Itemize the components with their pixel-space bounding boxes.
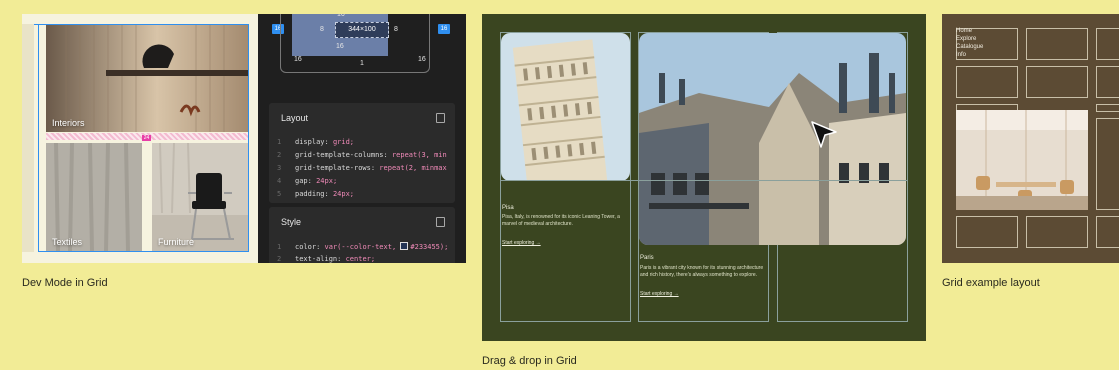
pisa-explore-link[interactable]: Start exploring → [502,240,541,246]
copy-icon[interactable] [436,113,445,123]
outer-right-badge: 16 [438,24,450,34]
furniture-label: Furniture [158,237,195,247]
pisa-image [501,33,630,181]
selection-border-bottom [38,251,249,252]
grid-cell [1026,66,1088,98]
content-size: 344×100 [335,22,389,38]
paris-explore-link[interactable]: Start exploring → [640,291,679,297]
padding-left: 8 [320,26,324,33]
code-line: 1 display: grid; [277,138,355,146]
outer-margin [22,24,34,252]
menu-item-home[interactable]: Home [956,28,972,34]
code-line: 1 color: var(--color-text, #233455); [277,242,449,251]
margin-bottom: 1 [360,60,364,67]
grid-cell [1096,66,1119,98]
paris-photo[interactable] [639,33,906,245]
code-line: 4 gap: 24px; [277,177,338,185]
margin-corner-right: 16 [418,56,426,63]
menu-item-explore[interactable]: Explore [956,36,976,42]
textiles-image [46,143,142,251]
code-line: 2 grid-template-columns: repeat(3, min [277,151,447,159]
pisa-title: Pisa [502,205,514,211]
grid-example-card[interactable]: Home Explore Catalogue Info [942,14,1119,263]
paris-title: Paris [640,255,654,261]
style-panel-title: Style [281,217,302,227]
paris-image [639,33,906,245]
style-panel[interactable]: Style 1 color: var(--color-text, #233455)… [269,207,455,263]
layout-panel[interactable]: Layout 1 display: grid; 2 grid-template-co… [269,103,455,203]
furniture-image [152,143,248,251]
code-line: 3 grid-template-rows: repeat(2, minmax [277,164,447,172]
grid-example-caption: Grid example layout [942,277,1040,289]
pisa-description: Pisa, Italy, is renowned for its iconic … [502,214,620,227]
interiors-photo: Interiors [46,24,248,132]
grid-cell [1026,28,1088,60]
grid-cell [1026,216,1088,248]
box-model-inspector[interactable]: 16 16 16 8 344×100 8 16 16 1 16 [258,14,466,98]
margin-corner-left: 16 [294,56,302,63]
menu-item-catalogue[interactable]: Catalogue [956,44,983,50]
grid-cell [956,66,1018,98]
color-swatch [400,242,409,250]
padding-box: 16 8 344×100 8 16 [292,14,398,56]
textiles-photo: Textiles [46,143,142,251]
dev-mode-card[interactable]: Interiors 24 Textiles Furniture 16 16 16… [22,14,466,263]
layout-panel-title: Layout [281,113,309,123]
grid-cell [1096,216,1119,248]
grid-cell [1096,104,1119,112]
cursor-icon [811,121,837,148]
padding-right: 8 [394,26,398,33]
copy-icon[interactable] [436,217,445,227]
interiors-label: Interiors [52,118,85,128]
grid-preview: Interiors 24 Textiles Furniture [22,14,258,263]
menu-item-info[interactable]: Info [956,52,966,58]
grid-cell [1096,118,1119,210]
drop-guide-line [500,180,908,181]
furniture-photo: Furniture [152,143,248,251]
grid-cell [956,216,1018,248]
paris-description: Paris is a vibrant city known for its st… [640,265,764,278]
interiors-image [46,24,248,132]
textiles-label: Textiles [52,237,83,247]
pisa-photo[interactable] [501,33,630,181]
example-image [956,110,1088,210]
drag-drop-caption: Drag & drop in Grid [482,355,577,367]
selection-border-right [248,24,249,252]
padding-top: 16 [337,14,345,18]
example-photo [956,110,1088,210]
padding-bottom: 16 [336,43,344,50]
selection-border-top [22,24,248,25]
code-line: 5 padding: 24px; [277,190,355,198]
dev-mode-caption: Dev Mode in Grid [22,277,108,289]
code-line: 2 text-align: center; [277,255,376,263]
drag-drop-card[interactable]: Pisa Pisa, Italy, is renowned for its ic… [482,14,926,341]
grid-cell [1096,28,1119,60]
gap-badge: 24 [142,135,151,141]
selection-border-left [38,24,39,252]
